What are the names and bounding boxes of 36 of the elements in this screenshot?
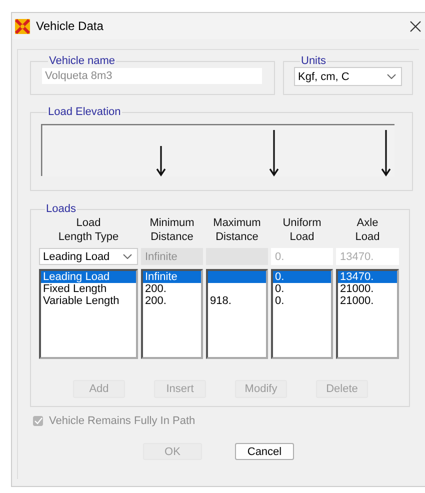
dialog-button[interactable]: Cancel <box>235 443 294 460</box>
value-list[interactable]: Infinite 200. 200. <box>141 269 203 359</box>
list-item[interactable]: Infinite <box>143 271 201 283</box>
list-item[interactable]: 21000. <box>338 283 397 295</box>
column-header: Maximum Distance <box>212 216 262 245</box>
close-icon[interactable] <box>410 20 421 32</box>
list-item[interactable]: 0. <box>273 283 331 295</box>
list-item[interactable]: 0. <box>273 271 331 283</box>
list-item[interactable]: 13470. <box>338 271 397 283</box>
units-dropdown[interactable]: Kgf, cm, C <box>294 67 402 86</box>
list-item[interactable]: 918. <box>208 295 266 307</box>
list-item[interactable]: 21000. <box>338 295 397 307</box>
list-item[interactable]: Fixed Length <box>41 283 136 295</box>
group-label: Units <box>300 55 328 67</box>
group-label: Load Elevation <box>47 106 122 118</box>
list-item[interactable]: 200. <box>143 295 201 307</box>
group-label: Vehicle name <box>48 55 116 67</box>
list-item[interactable]: Leading Load <box>41 271 136 283</box>
value-list[interactable]: 0. 0. 0. <box>271 269 333 359</box>
value-list[interactable]: 13470. 21000. 21000. <box>336 269 399 359</box>
caret-icon <box>123 254 132 259</box>
group-label: Loads <box>45 203 77 215</box>
list-item[interactable]: Variable Length <box>41 295 136 307</box>
value-list[interactable]: Leading Load Fixed Length Variable Length <box>39 269 138 359</box>
window-title: Vehicle Data <box>36 19 104 33</box>
app-icon <box>15 18 30 34</box>
column-header: Axle Load <box>354 216 381 245</box>
load-type-dropdown[interactable]: Leading Load <box>39 248 138 265</box>
list-item[interactable]: 200. <box>143 283 201 295</box>
column-header: Load Length Type <box>57 216 120 245</box>
value-list[interactable]: 918. <box>206 269 268 359</box>
column-header: Minimum Distance <box>148 216 196 245</box>
list-item[interactable]: 0. <box>273 295 331 307</box>
checkbox-label: Vehicle Remains Fully In Path <box>49 415 196 427</box>
column-header: Uniform Load <box>282 216 322 245</box>
caret-icon <box>387 74 396 79</box>
